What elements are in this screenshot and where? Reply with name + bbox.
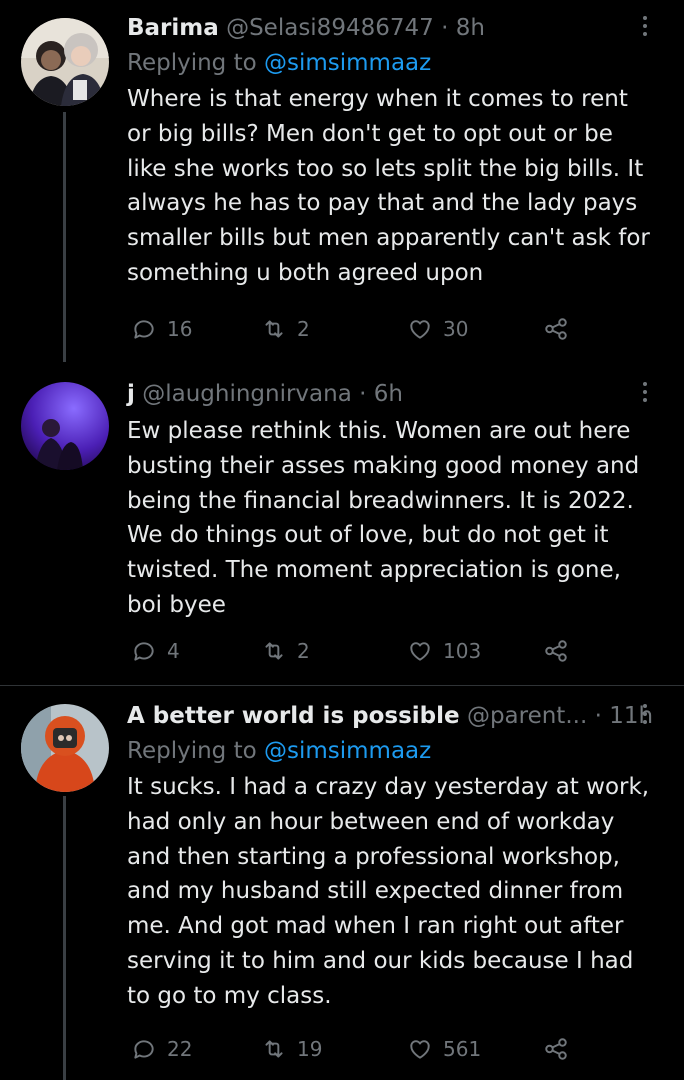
retweet-icon	[265, 1040, 283, 1058]
separator-dot: ·	[441, 15, 449, 41]
display-name[interactable]: A better world is possible	[127, 703, 460, 729]
reply-icon	[134, 1040, 154, 1059]
tweet-header: ϳ @laughingnirvana · 6h	[127, 376, 664, 412]
timestamp[interactable]: 6h	[374, 381, 403, 407]
reply-count: 16	[167, 317, 193, 341]
tweet-text: Ew please rethink this. Women are out he…	[127, 418, 640, 618]
user-handle[interactable]: @Selasi89486747	[226, 15, 434, 41]
retweet-button[interactable]: 2	[261, 314, 310, 344]
more-options-icon[interactable]	[642, 704, 648, 728]
like-button[interactable]: 561	[407, 1034, 481, 1064]
tweet[interactable]: Barima @Selasi89486747 · 8h Replying to …	[0, 0, 684, 362]
tweet[interactable]: A better world is possible @parent... · …	[0, 686, 684, 1080]
share-icon	[545, 640, 567, 662]
separator-dot: ·	[594, 703, 602, 729]
tweet-content: A better world is possible @parent... · …	[127, 698, 664, 1014]
tweet-text: It sucks. I had a crazy day yesterday at…	[127, 774, 650, 1009]
retweet-button[interactable]: 19	[261, 1034, 322, 1064]
more-options-icon[interactable]	[642, 16, 648, 40]
tweet-text: Where is that energy when it comes to re…	[127, 86, 650, 286]
retweet-icon	[265, 642, 283, 660]
share-icon	[545, 318, 567, 340]
avatar[interactable]	[21, 704, 109, 792]
replying-to-label: Replying to	[127, 738, 264, 764]
thread-line	[63, 796, 66, 1080]
reply-button[interactable]: 16	[131, 314, 192, 344]
like-count: 103	[443, 639, 482, 663]
reply-icon	[134, 642, 154, 661]
retweet-button[interactable]: 2	[261, 636, 310, 666]
user-handle[interactable]: @laughingnirvana	[142, 381, 352, 407]
tweet-content: Barima @Selasi89486747 · 8h Replying to …	[127, 10, 664, 291]
heart-icon	[410, 1040, 430, 1059]
tweet-actions: 22 19 561	[127, 1034, 587, 1064]
retweet-count: 2	[297, 639, 310, 663]
retweet-count: 19	[297, 1037, 323, 1061]
replying-to: Replying to @simsimmaaz	[127, 46, 664, 80]
reply-button[interactable]: 22	[131, 1034, 192, 1064]
tweet-actions: 16 2 30	[127, 314, 587, 344]
thread-line	[63, 112, 66, 362]
tweet[interactable]: ϳ @laughingnirvana · 6h Ew please rethin…	[0, 362, 684, 684]
reply-icon	[134, 320, 154, 339]
tweet-actions: 4 2 103	[127, 636, 587, 666]
tweet-header: Barima @Selasi89486747 · 8h	[127, 10, 664, 46]
avatar[interactable]	[21, 382, 109, 470]
tweet-header: A better world is possible @parent... · …	[127, 698, 664, 734]
heart-icon	[410, 642, 430, 661]
like-button[interactable]: 30	[407, 314, 468, 344]
retweet-count: 2	[297, 317, 310, 341]
like-count: 30	[443, 317, 469, 341]
separator-dot: ·	[359, 381, 367, 407]
retweet-icon	[265, 320, 283, 338]
display-name[interactable]: ϳ	[127, 381, 135, 407]
reply-button[interactable]: 4	[131, 636, 180, 666]
like-button[interactable]: 103	[407, 636, 481, 666]
replying-to: Replying to @simsimmaaz	[127, 734, 664, 768]
share-button[interactable]	[543, 314, 579, 344]
like-count: 561	[443, 1037, 482, 1061]
avatar[interactable]	[21, 18, 109, 106]
user-handle[interactable]: @parent...	[467, 703, 587, 729]
share-button[interactable]	[543, 1034, 579, 1064]
mention-link[interactable]: @simsimmaaz	[264, 50, 431, 76]
display-name[interactable]: Barima	[127, 15, 219, 41]
replying-to-label: Replying to	[127, 50, 264, 76]
heart-icon	[410, 320, 430, 339]
share-button[interactable]	[543, 636, 579, 666]
tweet-content: ϳ @laughingnirvana · 6h Ew please rethin…	[127, 376, 664, 623]
reply-count: 22	[167, 1037, 193, 1061]
mention-link[interactable]: @simsimmaaz	[264, 738, 431, 764]
reply-count: 4	[167, 639, 180, 663]
more-options-icon[interactable]	[642, 382, 648, 406]
share-icon	[545, 1038, 567, 1060]
timestamp[interactable]: 8h	[456, 15, 485, 41]
